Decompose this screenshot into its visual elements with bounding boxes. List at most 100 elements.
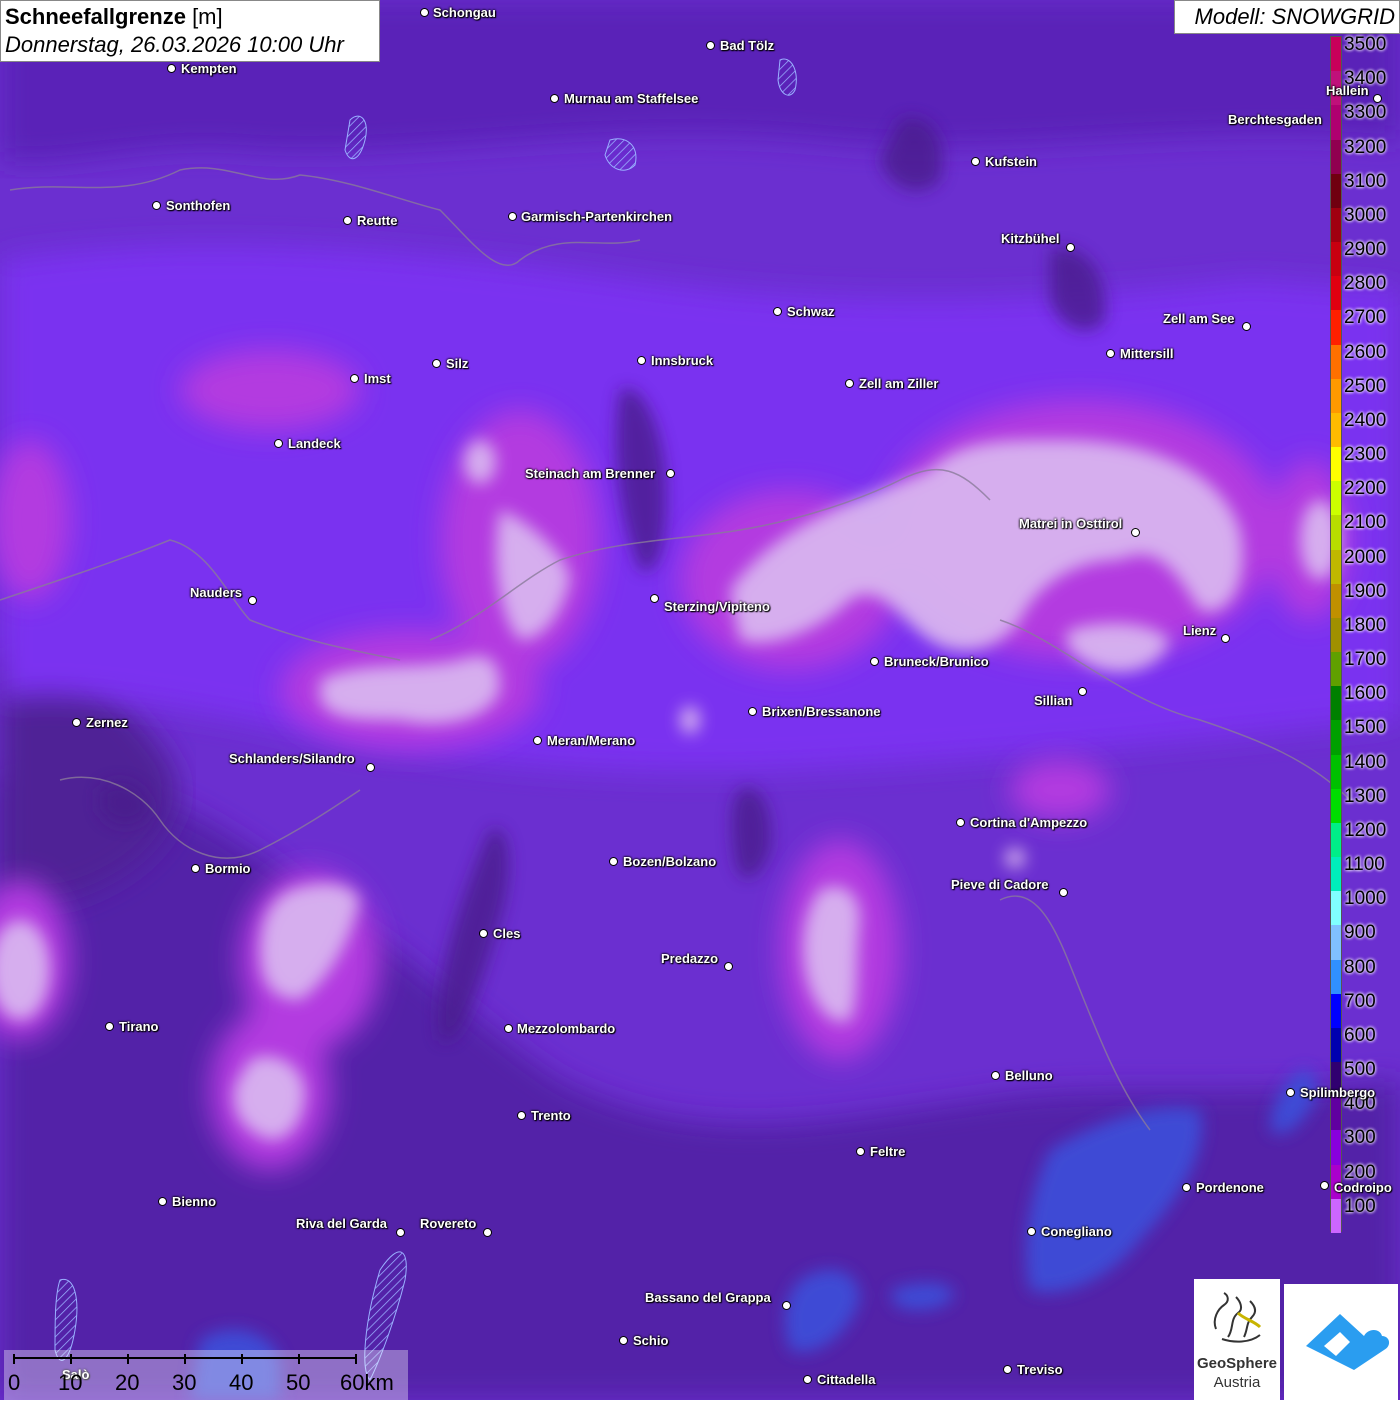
weather-app-logo[interactable] — [1284, 1284, 1398, 1400]
city-label[interactable]: Zell am Ziller — [859, 377, 938, 391]
city-marker — [782, 1301, 791, 1310]
city-marker — [1106, 349, 1115, 358]
legend-label: 1000 — [1344, 888, 1387, 910]
city-label[interactable]: Treviso — [1017, 1363, 1063, 1377]
city-marker — [517, 1111, 526, 1120]
city-label[interactable]: Kitzbühel — [1001, 232, 1060, 246]
legend-label: 1200 — [1344, 819, 1387, 841]
city-label[interactable]: Matrei in Osttirol — [1019, 517, 1122, 531]
city-label[interactable]: Hallein — [1326, 84, 1369, 98]
city-label[interactable]: Tirano — [119, 1020, 159, 1034]
city-label[interactable]: Zell am See — [1163, 312, 1235, 326]
legend-swatch — [1331, 139, 1341, 175]
city-label[interactable]: Berchtesgaden — [1228, 113, 1322, 127]
legend-swatch — [1331, 1198, 1341, 1234]
city-label[interactable]: Imst — [364, 372, 391, 386]
legend-swatch — [1331, 686, 1341, 721]
city-label[interactable]: Schwaz — [787, 305, 835, 319]
city-label[interactable]: Riva del Garda — [296, 1217, 387, 1231]
city-label[interactable]: Schlanders/Silandro — [229, 752, 355, 766]
city-label[interactable]: Trento — [531, 1109, 571, 1123]
city-label[interactable]: Cles — [493, 927, 520, 941]
legend-label: 300 — [1344, 1127, 1376, 1149]
legend-swatch — [1331, 617, 1341, 653]
city-label[interactable]: Spilimbergo — [1300, 1086, 1375, 1100]
city-label[interactable]: Cortina d'Ampezzo — [970, 816, 1087, 830]
city-label[interactable]: Garmisch-Partenkirchen — [521, 210, 672, 224]
legend-swatch — [1331, 310, 1341, 346]
geosphere-logo[interactable]: GeoSphere Austria — [1194, 1279, 1280, 1400]
city-label[interactable]: Bassano del Grappa — [645, 1291, 771, 1305]
city-marker — [420, 8, 429, 17]
city-label[interactable]: Pordenone — [1196, 1181, 1264, 1195]
city-label[interactable]: Feltre — [870, 1145, 905, 1159]
city-label[interactable]: Bozen/Bolzano — [623, 855, 716, 869]
city-label[interactable]: Nauders — [190, 586, 242, 600]
legend-label: 600 — [1344, 1024, 1376, 1046]
scale-label: 20 — [115, 1370, 140, 1395]
city-label[interactable]: Reutte — [357, 214, 397, 228]
city-marker — [508, 212, 517, 221]
map-title-box: Schneefallgrenze [m] Donnerstag, 26.03.2… — [0, 0, 380, 62]
scale-bar-line — [13, 1354, 357, 1364]
legend-label: 900 — [1344, 922, 1376, 944]
city-marker — [1221, 634, 1230, 643]
legend-swatch — [1331, 105, 1341, 140]
city-marker — [504, 1024, 513, 1033]
legend-label: 1900 — [1344, 580, 1387, 602]
legend-label: 2700 — [1344, 307, 1387, 329]
city-label[interactable]: Belluno — [1005, 1069, 1053, 1083]
city-label[interactable]: Meran/Merano — [547, 734, 635, 748]
city-label[interactable]: Codroipo — [1334, 1181, 1392, 1195]
city-label[interactable]: Schongau — [433, 6, 496, 20]
city-label[interactable]: Rovereto — [420, 1217, 476, 1231]
legend-label: 3500 — [1344, 34, 1387, 55]
city-label[interactable]: Predazzo — [661, 952, 718, 966]
city-marker — [724, 962, 733, 971]
city-marker — [550, 94, 559, 103]
city-marker — [158, 1197, 167, 1206]
legend-swatch — [1331, 276, 1341, 311]
city-label[interactable]: Murnau am Staffelsee — [564, 92, 698, 106]
city-label[interactable]: Mezzolombardo — [517, 1022, 615, 1036]
city-label[interactable]: Bormio — [205, 862, 251, 876]
city-label[interactable]: Schio — [633, 1334, 668, 1348]
city-label[interactable]: Sillian — [1034, 694, 1072, 708]
city-label[interactable]: Kufstein — [985, 155, 1037, 169]
city-label[interactable]: Bienno — [172, 1195, 216, 1209]
city-label[interactable]: Steinach am Brenner — [525, 467, 655, 481]
legend-swatch — [1331, 959, 1341, 995]
city-marker — [167, 64, 176, 73]
city-label[interactable]: Silz — [446, 357, 468, 371]
city-label[interactable]: Bad Tölz — [720, 39, 774, 53]
city-label[interactable]: Brixen/Bressanone — [762, 705, 881, 719]
city-label[interactable]: Pieve di Cadore — [951, 878, 1049, 892]
legend-swatch — [1331, 1027, 1341, 1063]
city-label[interactable]: Sonthofen — [166, 199, 230, 213]
city-label[interactable]: Kempten — [181, 62, 237, 76]
legend-swatch — [1331, 720, 1341, 756]
legend-label: 1500 — [1344, 717, 1387, 739]
city-label[interactable]: Zernez — [86, 716, 128, 730]
city-label[interactable]: Conegliano — [1041, 1225, 1112, 1239]
city-label[interactable]: Innsbruck — [651, 354, 713, 368]
city-marker — [856, 1147, 865, 1156]
city-label[interactable]: Cittadella — [817, 1373, 876, 1387]
legend-swatch — [1331, 37, 1341, 72]
city-marker — [350, 374, 359, 383]
geosphere-logo-line1: GeoSphere — [1196, 1355, 1278, 1372]
legend-swatch — [1331, 173, 1341, 209]
city-marker — [1131, 528, 1140, 537]
legend-label: 2200 — [1344, 478, 1387, 500]
city-label[interactable]: Lienz — [1183, 624, 1216, 638]
city-label[interactable]: Mittersill — [1120, 347, 1173, 361]
legend-label: 1800 — [1344, 614, 1387, 636]
city-marker — [479, 929, 488, 938]
city-label[interactable]: Landeck — [288, 437, 341, 451]
legend-swatch — [1331, 549, 1341, 585]
city-label[interactable]: Bruneck/Brunico — [884, 655, 989, 669]
scale-label: 10 — [58, 1370, 83, 1395]
legend-label: 2500 — [1344, 375, 1387, 397]
city-label[interactable]: Sterzing/Vipiteno — [664, 600, 770, 614]
scale-bar: 0 10 20 30 40 50 60km — [4, 1350, 408, 1400]
